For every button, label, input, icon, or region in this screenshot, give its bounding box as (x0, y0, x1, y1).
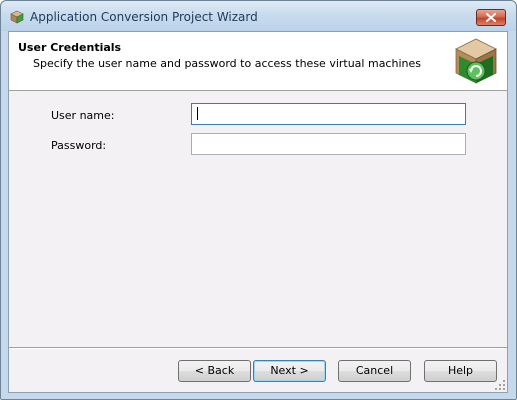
wizard-app-icon (10, 10, 24, 24)
username-label: User name: (51, 109, 115, 122)
back-button[interactable]: < Back (178, 360, 251, 382)
page-title: User Credentials (18, 41, 122, 54)
green-cube-logo-icon (452, 36, 500, 86)
wizard-window: Application Conversion Project Wizard Us… (0, 0, 517, 400)
resize-grip-icon[interactable] (495, 380, 505, 390)
wizard-client-area: User Credentials Specify the user name a… (8, 31, 508, 393)
username-field-wrap (191, 103, 466, 125)
username-input[interactable] (191, 103, 466, 125)
text-caret (197, 107, 198, 120)
close-button[interactable] (476, 9, 506, 26)
page-subtitle: Specify the user name and password to ac… (33, 57, 421, 70)
window-title: Application Conversion Project Wizard (30, 10, 258, 24)
password-input[interactable] (191, 133, 466, 155)
close-icon (486, 13, 496, 22)
help-button[interactable]: Help (424, 360, 497, 382)
wizard-header: User Credentials Specify the user name a… (9, 32, 507, 91)
password-label: Password: (51, 139, 107, 152)
cancel-button[interactable]: Cancel (338, 360, 411, 382)
title-bar[interactable]: Application Conversion Project Wizard (1, 1, 516, 31)
next-button[interactable]: Next > (253, 360, 326, 382)
footer-divider (9, 347, 507, 349)
